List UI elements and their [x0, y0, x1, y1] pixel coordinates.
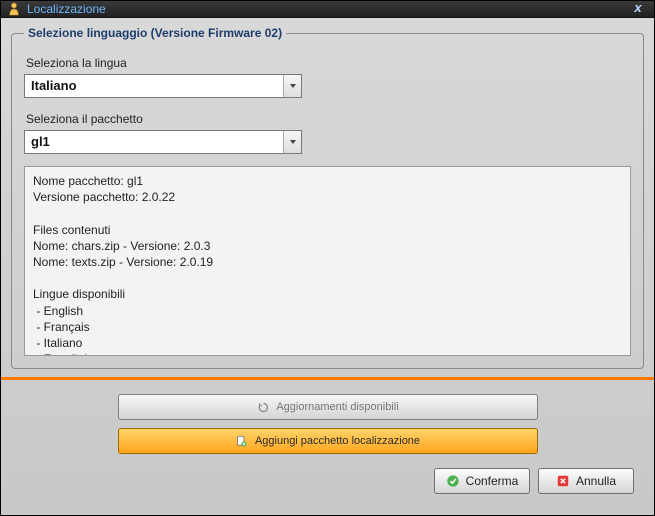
updates-available-button[interactable]: Aggiornamenti disponibili [118, 394, 538, 420]
refresh-icon [256, 400, 270, 414]
add-package-label: Aggiungi pacchetto localizzazione [255, 435, 420, 447]
window-title: Localizzazione [27, 2, 628, 16]
content-area: Selezione linguaggio (Versione Firmware … [1, 18, 654, 516]
package-select-button[interactable] [283, 131, 301, 153]
updates-label: Aggiornamenti disponibili [276, 401, 398, 413]
titlebar: Localizzazione x [1, 1, 654, 18]
details-line: Nome: chars.zip - Versione: 2.0.3 [33, 238, 622, 254]
package-select[interactable]: gl1 [24, 130, 302, 154]
details-line: Nome pacchetto: gl1 [33, 173, 622, 189]
close-icon[interactable]: x [628, 1, 648, 17]
group-legend: Selezione linguaggio (Versione Firmware … [24, 26, 286, 40]
details-line: Nome: texts.zip - Versione: 2.0.19 [33, 254, 622, 270]
check-icon [446, 474, 460, 488]
details-line [33, 205, 622, 221]
language-select-button[interactable] [283, 75, 301, 97]
language-select[interactable]: Italiano [24, 74, 302, 98]
chevron-down-icon [290, 84, 296, 88]
package-label: Seleziona il pacchetto [26, 112, 631, 126]
language-select-value: Italiano [25, 75, 283, 97]
details-line: - Italiano [33, 335, 622, 351]
cancel-label: Annulla [576, 474, 616, 488]
app-icon [7, 2, 21, 16]
add-package-button[interactable]: Aggiungi pacchetto localizzazione [118, 428, 538, 454]
details-line [33, 270, 622, 286]
cancel-button[interactable]: Annulla [538, 468, 634, 494]
details-line: - Español [33, 351, 622, 356]
package-select-value: gl1 [25, 131, 283, 153]
cancel-icon [556, 474, 570, 488]
confirm-button[interactable]: Conferma [434, 468, 530, 494]
language-label: Seleziona la lingua [26, 56, 631, 70]
confirm-label: Conferma [466, 474, 519, 488]
details-line: Versione pacchetto: 2.0.22 [33, 189, 622, 205]
language-selection-group: Selezione linguaggio (Versione Firmware … [11, 26, 644, 369]
details-line: - Français [33, 319, 622, 335]
package-details: Nome pacchetto: gl1Versione pacchetto: 2… [24, 166, 631, 356]
divider [1, 377, 654, 380]
details-line: Lingue disponibili [33, 286, 622, 302]
details-line: - English [33, 303, 622, 319]
footer-buttons: Conferma Annulla [11, 458, 644, 506]
details-line: Files contenuti [33, 222, 622, 238]
localization-window: Localizzazione x Selezione linguaggio (V… [0, 0, 655, 516]
chevron-down-icon [290, 140, 296, 144]
document-add-icon [235, 434, 249, 448]
